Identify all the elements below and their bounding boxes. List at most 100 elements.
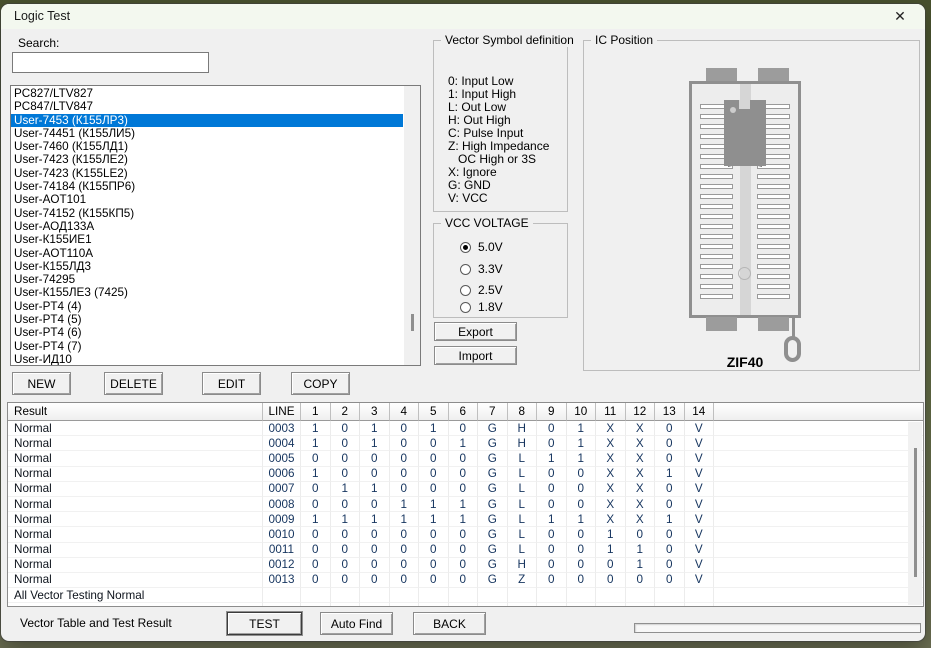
cell-filler — [714, 603, 923, 607]
column-header-10[interactable]: 10 — [567, 403, 597, 421]
vcc-radio-5.0V[interactable]: 5.0V — [460, 240, 503, 254]
edit-button[interactable]: EDIT — [202, 372, 261, 395]
column-header-11[interactable]: 11 — [596, 403, 626, 421]
table-row[interactable]: Normal0009111111GL11XX1V — [8, 512, 923, 527]
list-item[interactable]: User-К155ЛД3 — [11, 260, 403, 273]
list-scrollbar[interactable] — [404, 86, 420, 365]
cell-pin — [508, 603, 538, 607]
radio-icon[interactable] — [460, 302, 471, 313]
cell-pin: 0 — [419, 436, 449, 451]
list-item[interactable]: User-К155ЛЕ3 (7425) — [11, 286, 403, 299]
cell-pin: 0 — [390, 436, 420, 451]
list-item[interactable]: User-К155ИЕ1 — [11, 233, 403, 246]
test-button[interactable]: TEST — [227, 612, 302, 635]
list-item[interactable]: User-AOT110A — [11, 247, 403, 260]
auto-find-button[interactable]: Auto Find — [320, 612, 393, 635]
column-header-1[interactable]: 1 — [301, 403, 331, 421]
table-row[interactable]: Normal0003101010GH01XX0V — [8, 421, 923, 436]
column-header-2[interactable]: 2 — [331, 403, 361, 421]
list-item[interactable]: User-7460 (К155ЛД1) — [11, 140, 403, 153]
radio-icon[interactable] — [460, 285, 471, 296]
table-row[interactable]: Normal0010000000GL00100V — [8, 527, 923, 542]
list-item[interactable]: PC827/LTV827 — [11, 87, 403, 100]
table-scrollbar[interactable] — [908, 422, 922, 605]
list-item[interactable]: User-AOT101 — [11, 193, 403, 206]
column-header-9[interactable]: 9 — [537, 403, 567, 421]
socket-pin — [700, 234, 733, 239]
cell-pin: 0 — [449, 527, 479, 542]
table-row[interactable] — [8, 603, 923, 607]
list-item[interactable]: User-PT4 (4) — [11, 300, 403, 313]
list-item[interactable]: PC847/LTV847 — [11, 100, 403, 113]
cell-pin: V — [685, 482, 715, 497]
table-row[interactable]: Normal0012000000GH00010V — [8, 558, 923, 573]
close-icon[interactable]: ✕ — [883, 4, 917, 29]
cell-pin: 0 — [655, 497, 685, 512]
list-item[interactable]: User-7423 (K155LE2) — [11, 167, 403, 180]
table-row[interactable]: Normal0007011000GL00XX0V — [8, 482, 923, 497]
cell-result: All Vector Testing Normal — [8, 588, 263, 603]
list-item[interactable]: User-PT4 (5) — [11, 313, 403, 326]
cell-pin: 0 — [567, 482, 597, 497]
radio-icon[interactable] — [460, 242, 471, 253]
vcc-radio-2.5V[interactable]: 2.5V — [460, 283, 503, 297]
table-row[interactable]: All Vector Testing Normal — [8, 588, 923, 603]
list-scrollbar-thumb[interactable] — [411, 314, 414, 331]
column-header-5[interactable]: 5 — [419, 403, 449, 421]
cell-pin: 1 — [331, 512, 361, 527]
cell-pin: X — [596, 497, 626, 512]
search-input[interactable] — [12, 52, 209, 73]
vcc-radio-1.8V[interactable]: 1.8V — [460, 300, 503, 314]
column-header-6[interactable]: 6 — [449, 403, 479, 421]
new-button[interactable]: NEW — [12, 372, 71, 395]
socket-pin — [757, 214, 790, 219]
cell-filler — [714, 573, 923, 588]
list-item[interactable]: User-74451 (К155ЛИ5) — [11, 127, 403, 140]
cell-pin: 1 — [567, 421, 597, 436]
socket-pin — [700, 224, 733, 229]
table-row[interactable]: Normal0013000000GZ00000V — [8, 573, 923, 588]
column-header-3[interactable]: 3 — [360, 403, 390, 421]
table-row[interactable]: Normal0008000111GL00XX0V — [8, 497, 923, 512]
table-row[interactable]: Normal0006100000GL00XX1V — [8, 467, 923, 482]
list-item[interactable]: User-PT4 (7) — [11, 340, 403, 353]
column-header-14[interactable]: 14 — [685, 403, 715, 421]
list-item[interactable]: User-ИД10 — [11, 353, 403, 365]
table-scrollbar-thumb[interactable] — [914, 448, 917, 577]
column-header-4[interactable]: 4 — [390, 403, 420, 421]
list-item[interactable]: User-АОД133А — [11, 220, 403, 233]
cell-pin: 0 — [419, 573, 449, 588]
import-button[interactable]: Import — [434, 346, 517, 365]
list-item[interactable]: User-74152 (К155КП5) — [11, 207, 403, 220]
cell-pin — [596, 603, 626, 607]
socket-pin — [757, 204, 790, 209]
list-item[interactable]: User-74184 (К155ПР6) — [11, 180, 403, 193]
list-item[interactable]: User-PT4 (6) — [11, 326, 403, 339]
column-header-7[interactable]: 7 — [478, 403, 508, 421]
cell-pin — [390, 588, 420, 603]
table-row[interactable]: Normal0005000000GL11XX0V — [8, 451, 923, 466]
cell-pin: 1 — [449, 497, 479, 512]
column-header-8[interactable]: 8 — [508, 403, 538, 421]
radio-icon[interactable] — [460, 264, 471, 275]
back-button[interactable]: BACK — [413, 612, 486, 635]
vcc-radio-3.3V[interactable]: 3.3V — [460, 262, 503, 276]
column-header-13[interactable]: 13 — [655, 403, 685, 421]
cell-pin: L — [508, 543, 538, 558]
copy-button[interactable]: COPY — [291, 372, 350, 395]
column-header-result[interactable]: Result — [8, 403, 263, 421]
export-button[interactable]: Export — [434, 322, 517, 341]
cell-pin: 0 — [390, 543, 420, 558]
column-header-12[interactable]: 12 — [626, 403, 656, 421]
delete-button[interactable]: DELETE — [104, 372, 163, 395]
list-item[interactable]: User-7423 (К155ЛЕ2) — [11, 153, 403, 166]
cell-pin: 0 — [449, 573, 479, 588]
cell-pin — [360, 603, 390, 607]
list-item[interactable]: User-7453 (К155ЛР3) — [11, 114, 403, 127]
cell-pin: V — [685, 421, 715, 436]
column-header-line[interactable]: LINE — [263, 403, 301, 421]
vector-symbol-group-title: Vector Symbol definition — [441, 33, 578, 47]
list-item[interactable]: User-74295 — [11, 273, 403, 286]
table-row[interactable]: Normal0004101001GH01XX0V — [8, 436, 923, 451]
table-row[interactable]: Normal0011000000GL00110V — [8, 543, 923, 558]
